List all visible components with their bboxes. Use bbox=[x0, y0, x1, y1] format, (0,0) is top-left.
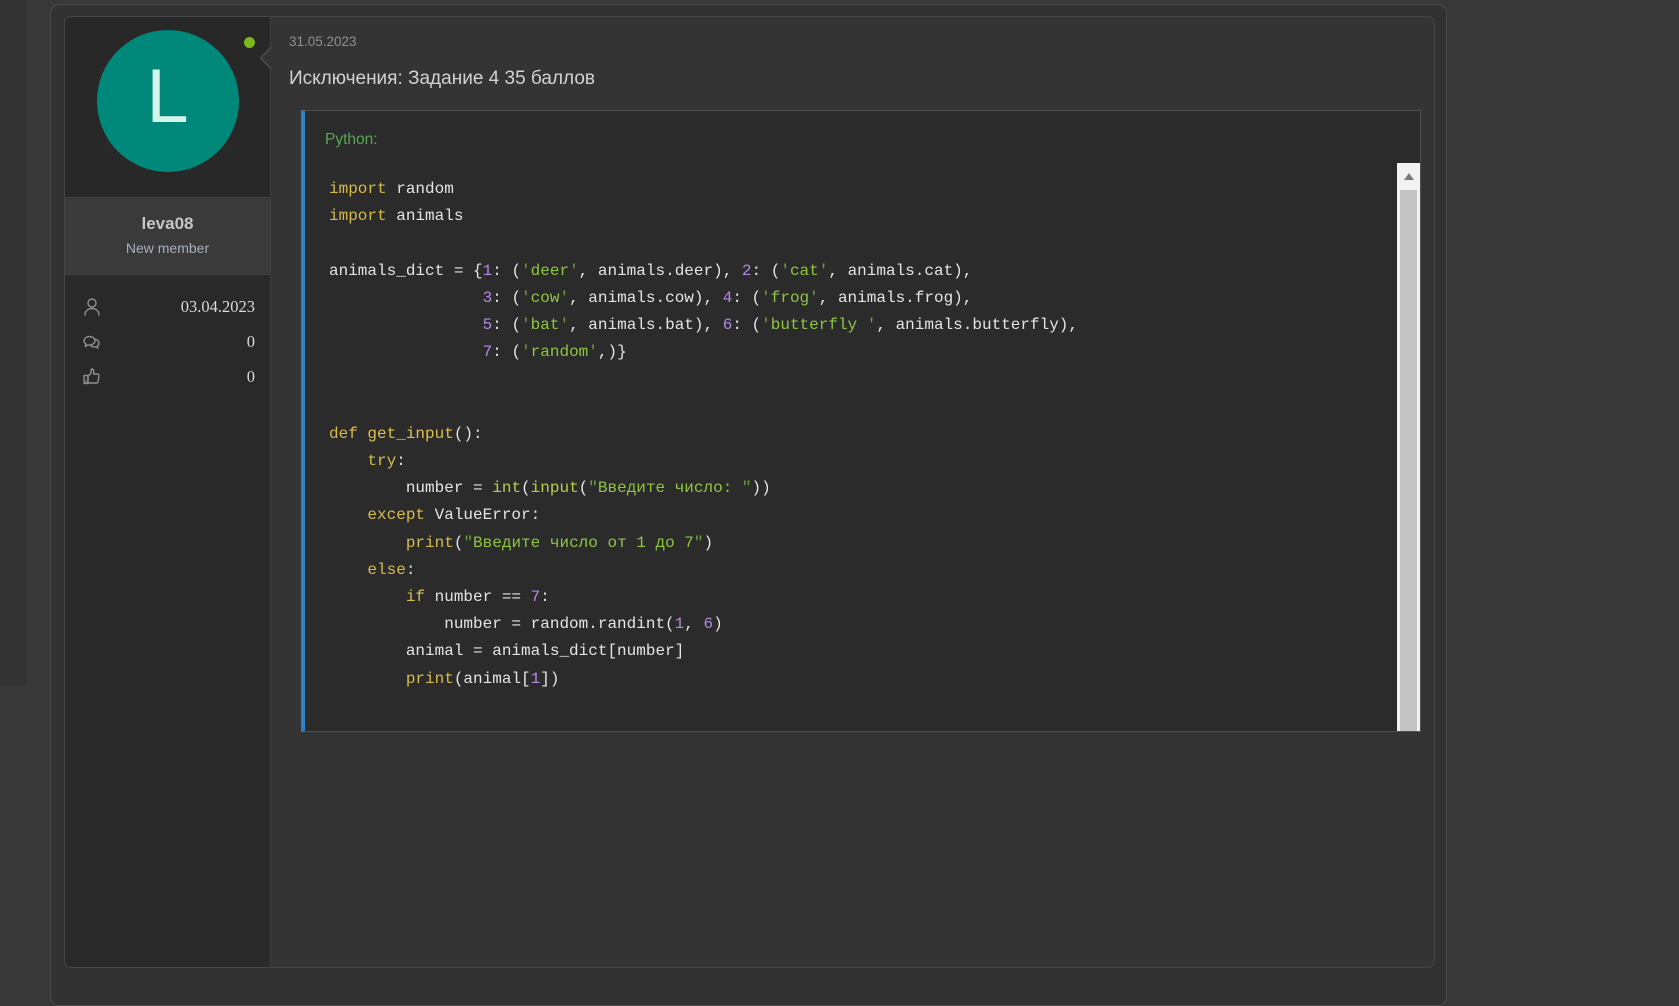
code-line: import animals bbox=[329, 203, 1380, 230]
code-line: import random bbox=[329, 176, 1380, 203]
likes-icon bbox=[80, 365, 104, 389]
scroll-up-arrow-icon bbox=[1404, 173, 1414, 180]
avatar[interactable]: L bbox=[97, 30, 239, 172]
code-line: def get_input(): bbox=[329, 421, 1380, 448]
post-date[interactable]: 31.05.2023 bbox=[289, 34, 1421, 49]
code-block: Python: import randomimport animals​anim… bbox=[301, 110, 1421, 732]
code-line: if number == 7: bbox=[329, 584, 1380, 611]
user-stats: 03.04.2023 0 0 bbox=[65, 275, 270, 403]
code-line: number = random.randint(1, 6) bbox=[329, 611, 1380, 638]
messages-icon bbox=[80, 330, 104, 354]
code-line: animals_dict = {1: ('deer', animals.deer… bbox=[329, 258, 1380, 285]
code-line: ​ bbox=[329, 366, 1380, 393]
page-left-edge bbox=[0, 0, 26, 685]
code-line: except ValueError: bbox=[329, 502, 1380, 529]
code-scrollbar[interactable] bbox=[1397, 163, 1420, 731]
forum-post: L leva08 New member 03.04.2023 bbox=[64, 16, 1435, 968]
scroll-up-button[interactable] bbox=[1397, 163, 1420, 189]
avatar-letter: L bbox=[146, 59, 188, 143]
avatar-block: L bbox=[65, 17, 270, 197]
messages-count-value: 0 bbox=[247, 332, 255, 352]
code-line: ​ bbox=[329, 394, 1380, 421]
code-line: 3: ('cow', animals.cow), 4: ('frog', ani… bbox=[329, 285, 1380, 312]
user-info-panel: L leva08 New member 03.04.2023 bbox=[65, 17, 271, 967]
user-role: New member bbox=[69, 240, 266, 256]
code-language-label: Python: bbox=[305, 111, 1420, 159]
stat-row-likes: 0 bbox=[80, 365, 255, 389]
code-line: else: bbox=[329, 557, 1380, 584]
code-line: number = int(input("Введите число: ")) bbox=[329, 475, 1380, 502]
code-line: print(animal[1]) bbox=[329, 666, 1380, 693]
code-line: ​ bbox=[329, 230, 1380, 257]
code-line: 5: ('bat', animals.bat), 6: ('butterfly … bbox=[329, 312, 1380, 339]
thread-container: L leva08 New member 03.04.2023 bbox=[50, 4, 1447, 1006]
code-line: try: bbox=[329, 448, 1380, 475]
stat-row-joined: 03.04.2023 bbox=[80, 295, 255, 319]
user-icon bbox=[80, 295, 104, 319]
message-cell: 31.05.2023 Исключения: Задание 4 35 балл… bbox=[271, 17, 1434, 967]
post-title: Исключения: Задание 4 35 баллов bbox=[289, 66, 1421, 92]
username-link[interactable]: leva08 bbox=[69, 214, 266, 234]
code-content: import randomimport animals​animals_dict… bbox=[329, 176, 1380, 693]
user-title-block: leva08 New member bbox=[65, 197, 270, 275]
scroll-thumb[interactable] bbox=[1400, 190, 1417, 731]
likes-count-value: 0 bbox=[247, 367, 255, 387]
online-status-dot bbox=[244, 37, 255, 48]
stat-row-messages: 0 bbox=[80, 330, 255, 354]
code-line: print("Введите число от 1 до 7") bbox=[329, 530, 1380, 557]
joined-date-value: 03.04.2023 bbox=[181, 297, 255, 317]
code-pre: import randomimport animals​animals_dict… bbox=[305, 159, 1420, 717]
code-line: 7: ('random',)} bbox=[329, 339, 1380, 366]
code-line: animal = animals_dict[number] bbox=[329, 638, 1380, 665]
